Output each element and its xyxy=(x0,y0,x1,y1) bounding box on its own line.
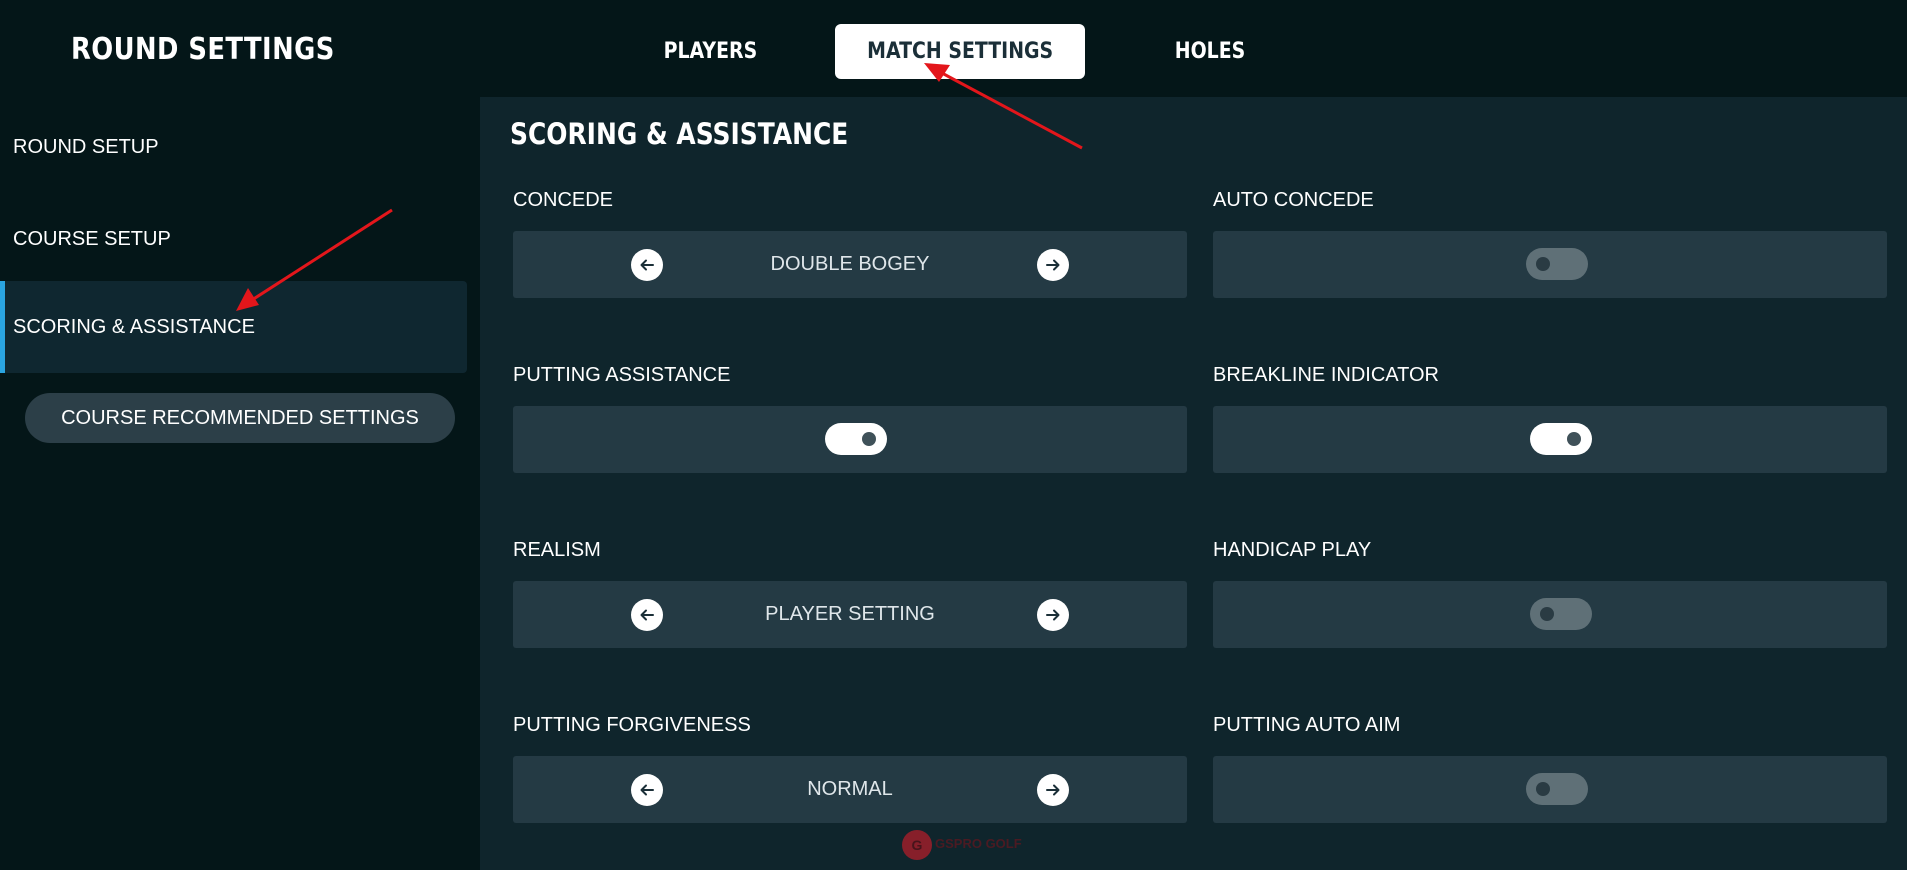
breakline-indicator-label: BREAKLINE INDICATOR xyxy=(1213,364,1439,386)
putting-assistance-label: PUTTING ASSISTANCE xyxy=(513,364,731,386)
arrow-left-icon[interactable] xyxy=(631,599,663,631)
tab-players[interactable]: PLAYERS xyxy=(628,24,792,79)
concede-label: CONCEDE xyxy=(513,189,614,211)
watermark-text: GSPRO GOLF xyxy=(935,836,1022,851)
handicap-play-toggle[interactable] xyxy=(1530,598,1592,630)
arrow-left-icon[interactable] xyxy=(631,249,663,281)
putting-assistance-panel xyxy=(513,406,1187,473)
sidebar-item-scoring-assistance[interactable]: SCORING & ASSISTANCE xyxy=(0,281,467,373)
realism-label: REALISM xyxy=(513,539,601,561)
putting-forgiveness-value: NORMAL xyxy=(807,778,893,800)
tab-holes[interactable]: HOLES xyxy=(1130,24,1290,79)
putting-forgiveness-label: PUTTING FORGIVENESS xyxy=(513,714,751,736)
tab-label: MATCH SETTINGS xyxy=(866,39,1054,64)
putting-auto-aim-panel xyxy=(1213,756,1887,823)
toggle-knob xyxy=(862,432,876,446)
handicap-play-label: HANDICAP PLAY xyxy=(1213,539,1372,561)
concede-selector: DOUBLE BOGEY xyxy=(513,231,1187,298)
sidebar-item-label: SCORING & ASSISTANCE xyxy=(13,315,255,338)
auto-concede-panel xyxy=(1213,231,1887,298)
tab-label: HOLES xyxy=(1174,39,1246,64)
putting-auto-aim-label: PUTTING AUTO AIM xyxy=(1213,714,1401,736)
section-title: SCORING & ASSISTANCE xyxy=(510,117,849,151)
course-recommended-settings-button[interactable]: COURSE RECOMMENDED SETTINGS xyxy=(25,393,455,443)
realism-selector: PLAYER SETTING xyxy=(513,581,1187,648)
arrow-right-icon[interactable] xyxy=(1037,249,1069,281)
auto-concede-label: AUTO CONCEDE xyxy=(1213,189,1374,211)
putting-auto-aim-toggle[interactable] xyxy=(1526,773,1588,805)
button-label: COURSE RECOMMENDED SETTINGS xyxy=(61,406,419,429)
arrow-right-icon[interactable] xyxy=(1037,599,1069,631)
arrow-left-icon[interactable] xyxy=(631,774,663,806)
handicap-play-panel xyxy=(1213,581,1887,648)
tab-label: PLAYERS xyxy=(663,39,757,64)
concede-value: DOUBLE BOGEY xyxy=(770,253,930,275)
main-panel: SCORING & ASSISTANCE CONCEDE DOUBLE BOGE… xyxy=(480,97,1907,870)
sidebar-item-round-setup[interactable]: ROUND SETUP xyxy=(0,101,467,193)
page-title: ROUND SETTINGS xyxy=(71,32,335,67)
toggle-knob xyxy=(1536,782,1550,796)
realism-value: PLAYER SETTING xyxy=(765,603,935,625)
tab-match-settings[interactable]: MATCH SETTINGS xyxy=(835,24,1085,79)
sidebar-item-course-setup[interactable]: COURSE SETUP xyxy=(0,193,467,285)
arrow-right-icon[interactable] xyxy=(1037,774,1069,806)
watermark-logo-icon: G xyxy=(902,830,932,860)
sidebar-item-label: COURSE SETUP xyxy=(13,227,171,250)
putting-forgiveness-selector: NORMAL xyxy=(513,756,1187,823)
putting-assistance-toggle[interactable] xyxy=(825,423,887,455)
sidebar-item-label: ROUND SETUP xyxy=(13,135,159,158)
toggle-knob xyxy=(1536,257,1550,271)
top-bar: ROUND SETTINGS PLAYERS MATCH SETTINGS HO… xyxy=(0,0,1907,97)
breakline-indicator-toggle[interactable] xyxy=(1530,423,1592,455)
sidebar: ROUND SETUP COURSE SETUP SCORING & ASSIS… xyxy=(0,97,480,870)
toggle-knob xyxy=(1567,432,1581,446)
breakline-indicator-panel xyxy=(1213,406,1887,473)
toggle-knob xyxy=(1540,607,1554,621)
auto-concede-toggle[interactable] xyxy=(1526,248,1588,280)
